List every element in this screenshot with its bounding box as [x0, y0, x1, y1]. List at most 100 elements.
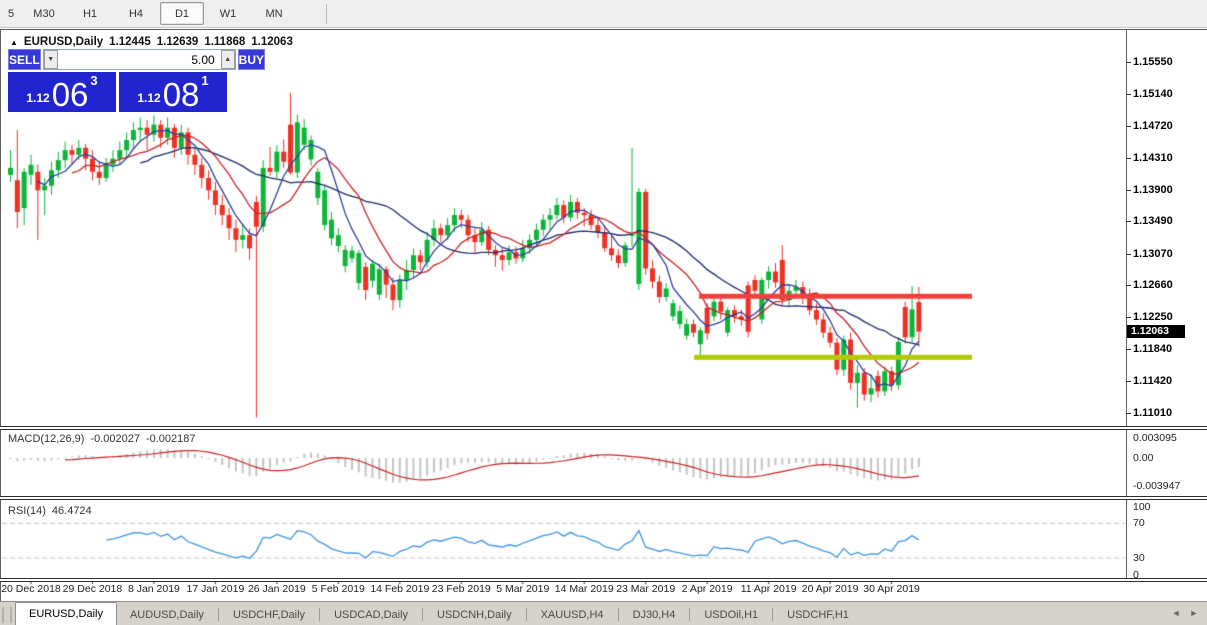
chart-tab-xauusd-h4[interactable]: XAUUSD,H4	[528, 604, 617, 625]
date-axis-label: 30 Apr 2019	[863, 583, 920, 595]
rsi-axis-label: 100	[1133, 501, 1151, 513]
buy-button[interactable]: BUY	[238, 49, 265, 70]
price-axis-label: 1.13900	[1133, 184, 1173, 196]
price-axis-tick	[1126, 94, 1131, 95]
ohlc-low: 1.11868	[204, 36, 245, 48]
rsi-label: RSI(14) 46.4724	[8, 505, 92, 517]
date-axis-label: 23 Mar 2019	[616, 583, 675, 595]
tab-divider	[772, 608, 773, 621]
tab-divider	[618, 608, 619, 621]
volume-down-icon[interactable]: ▼	[44, 50, 58, 69]
price-axis-tick	[1126, 190, 1131, 191]
macd-axis-label: 0.003095	[1133, 432, 1177, 444]
sell-price-box[interactable]: 1.12 06 3	[8, 72, 116, 112]
rsi-axis-label: 30	[1133, 552, 1145, 564]
chart-window-frame	[0, 29, 1207, 601]
chart-tab-usdcad-daily[interactable]: USDCAD,Daily	[321, 604, 421, 625]
price-axis-label: 1.15550	[1133, 56, 1173, 68]
timeframe-button-m30[interactable]: M30	[22, 2, 66, 25]
macd-name: MACD(12,26,9)	[8, 433, 84, 445]
price-axis-label: 1.13490	[1133, 215, 1173, 227]
mt4-window: 5M30H1H4D1W1MN ▲ EURUSD,Daily 1.12445 1.…	[0, 0, 1207, 625]
macd-signal-value: -0.002187	[146, 433, 196, 445]
timeframe-button-d1[interactable]: D1	[160, 2, 204, 25]
date-axis-label: 26 Jan 2019	[248, 583, 306, 595]
ohlc-high: 1.12639	[157, 36, 199, 48]
rsi-value: 46.4724	[52, 505, 92, 517]
date-axis-label: 29 Dec 2018	[63, 583, 123, 595]
date-axis-label: 5 Mar 2019	[496, 583, 549, 595]
timeframe-toolbar: 5M30H1H4D1W1MN	[0, 0, 1207, 28]
chart-tab-usdchf-daily[interactable]: USDCHF,Daily	[220, 604, 318, 625]
symbol-label: EURUSD,Daily	[24, 36, 103, 48]
price-axis-tick	[1126, 317, 1131, 318]
sell-button[interactable]: SELL	[8, 49, 41, 70]
price-axis-tick	[1126, 254, 1131, 255]
tab-divider	[689, 608, 690, 621]
price-axis-tick	[1126, 381, 1131, 382]
rsi-name: RSI(14)	[8, 505, 46, 517]
price-axis-label: 1.12660	[1133, 279, 1173, 291]
date-axis-separator	[0, 578, 1207, 582]
chart-tab-audusd-daily[interactable]: AUDUSD,Daily	[117, 604, 217, 625]
price-axis-label: 1.11840	[1133, 343, 1172, 355]
price-axis-label: 1.14310	[1133, 152, 1173, 164]
date-axis-label: 20 Dec 2018	[1, 583, 61, 595]
one-click-trade-panel: SELL ▼ ▲ BUY 1.12 06 3 1.12 08 1	[8, 49, 227, 112]
macd-pane-separator	[0, 426, 1207, 430]
price-axis-tick	[1126, 126, 1131, 127]
date-axis-label: 14 Mar 2019	[555, 583, 614, 595]
volume-input[interactable]	[58, 50, 221, 69]
price-axis-tick	[1126, 62, 1131, 63]
date-axis-label: 11 Apr 2019	[741, 583, 797, 595]
tabs-scroll-left-icon[interactable]: ◄	[1170, 607, 1182, 619]
price-axis-tick	[1126, 221, 1131, 222]
date-axis-label: 5 Feb 2019	[312, 583, 365, 595]
price-axis-label: 1.15140	[1133, 88, 1173, 100]
buy-price-prefix: 1.12	[137, 91, 160, 105]
date-axis-label: 17 Jan 2019	[186, 583, 244, 595]
timeframe-button-h4[interactable]: H4	[114, 2, 158, 25]
toolbar-separator	[326, 4, 327, 24]
macd-main-value: -0.002027	[90, 433, 140, 445]
timeframe-button-h1[interactable]: H1	[68, 2, 112, 25]
tab-divider	[526, 608, 527, 621]
timeframe-button-w1[interactable]: W1	[206, 2, 250, 25]
timeframe-button-5[interactable]: 5	[2, 2, 20, 25]
volume-stepper: ▼ ▲	[43, 49, 236, 70]
rsi-axis-label: 70	[1133, 517, 1145, 529]
chart-tab-usdoil-h1[interactable]: USDOil,H1	[691, 604, 771, 625]
tab-divider	[319, 608, 320, 621]
sell-price-prefix: 1.12	[26, 91, 49, 105]
chart-title: ▲ EURUSD,Daily 1.12445 1.12639 1.11868 1…	[10, 36, 293, 48]
price-axis-label: 1.11420	[1133, 375, 1172, 387]
tab-divider	[422, 608, 423, 621]
tabbar-grip[interactable]	[2, 607, 12, 623]
date-axis-label: 2 Apr 2019	[682, 583, 733, 595]
buy-price-sup: 1	[201, 73, 208, 88]
date-axis-label: 23 Feb 2019	[432, 583, 491, 595]
buy-price-box[interactable]: 1.12 08 1	[119, 72, 227, 112]
date-axis-label: 8 Jan 2019	[128, 583, 180, 595]
chart-tab-usdchf-h1[interactable]: USDCHF,H1	[774, 604, 862, 625]
ohlc-open: 1.12445	[109, 36, 151, 48]
tabs-scroll-right-icon[interactable]: ►	[1188, 607, 1200, 619]
price-axis-label: 1.12250	[1133, 311, 1173, 323]
chart-tab-eurusd-daily[interactable]: EURUSD,Daily	[15, 602, 117, 625]
price-axis-label: 1.11010	[1133, 407, 1172, 419]
price-axis-tick	[1126, 158, 1131, 159]
ohlc-close: 1.12063	[251, 36, 293, 48]
collapse-triangle-icon[interactable]: ▲	[10, 38, 18, 47]
chart-tab-bar: EURUSD,DailyAUDUSD,DailyUSDCHF,DailyUSDC…	[0, 601, 1207, 625]
sell-price-sup: 3	[90, 73, 97, 88]
macd-label: MACD(12,26,9) -0.002027 -0.002187	[8, 433, 196, 445]
chart-tab-usdcnh-daily[interactable]: USDCNH,Daily	[424, 604, 525, 625]
tab-divider	[218, 608, 219, 621]
rsi-pane-separator	[0, 496, 1207, 500]
timeframe-button-mn[interactable]: MN	[252, 2, 296, 25]
buy-price-big: 08	[163, 81, 200, 109]
volume-up-icon[interactable]: ▲	[221, 50, 235, 69]
chart-tab-dj30-h4[interactable]: DJ30,H4	[620, 604, 689, 625]
price-axis-label: 1.14720	[1133, 120, 1173, 132]
date-axis-label: 20 Apr 2019	[802, 583, 859, 595]
